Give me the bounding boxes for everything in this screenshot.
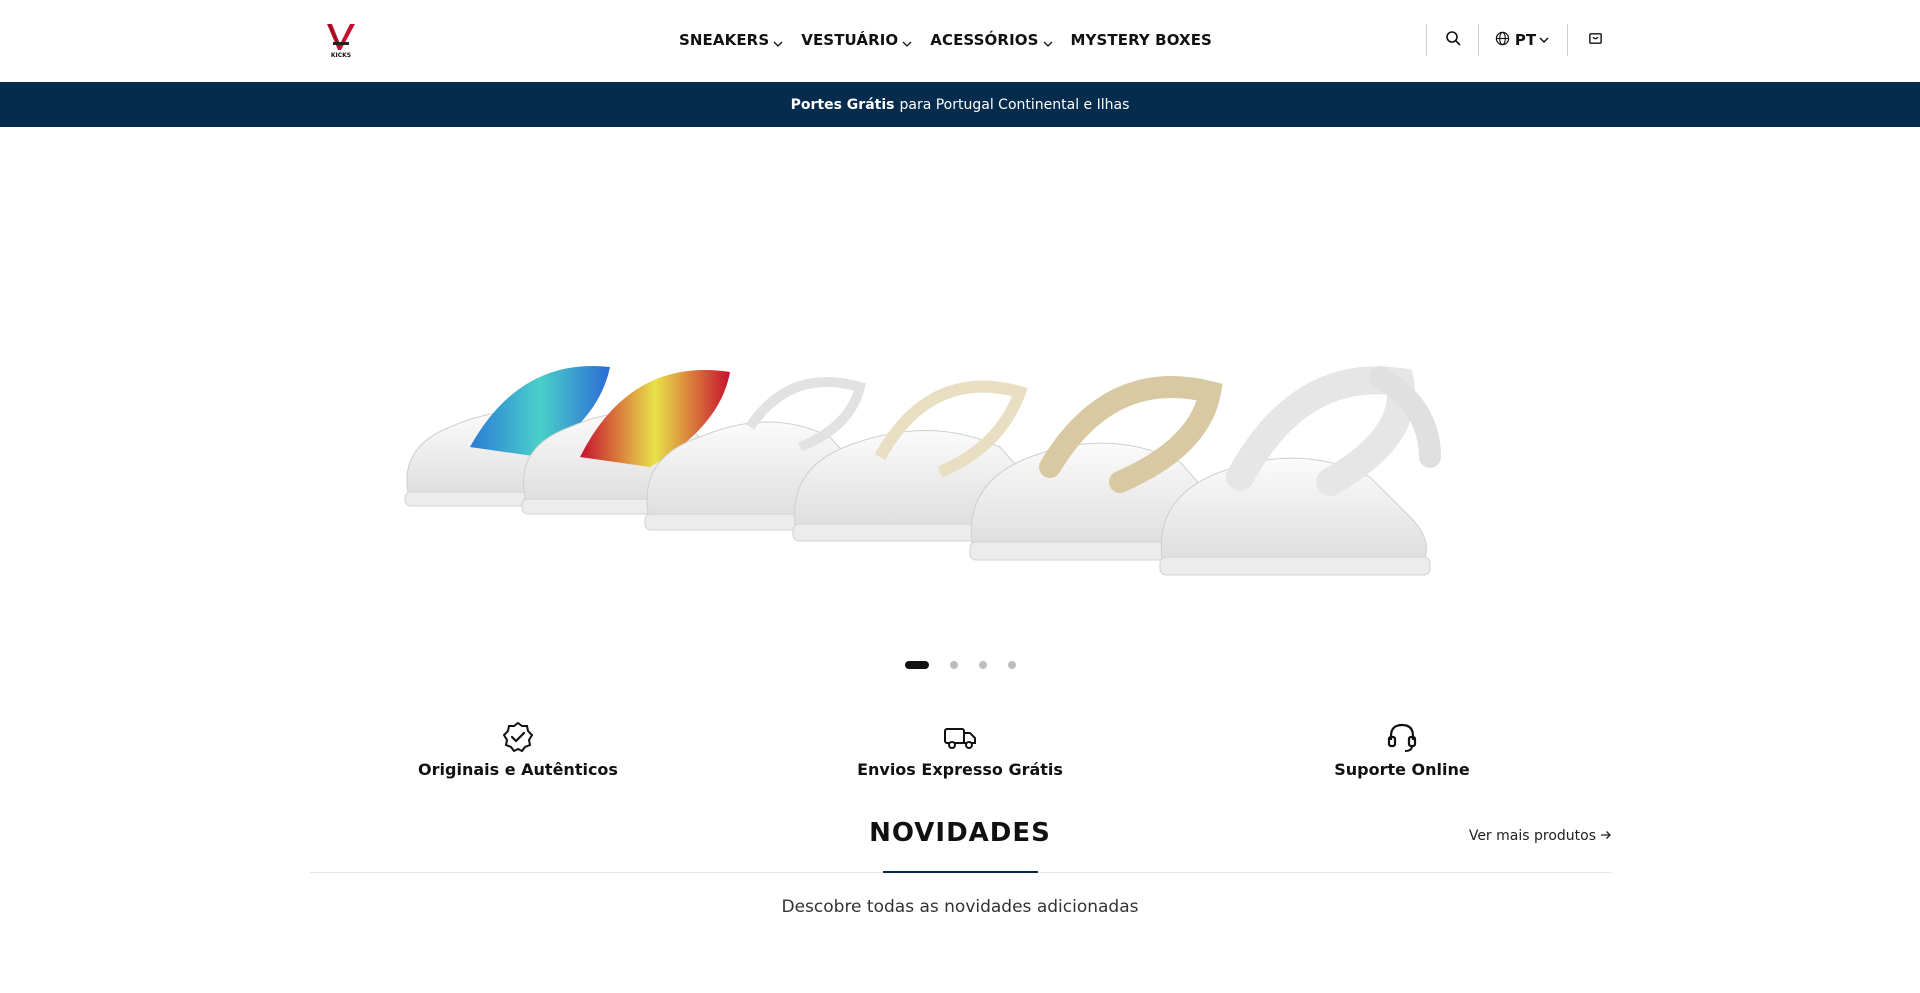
feature-support: Suporte Online	[1252, 720, 1552, 779]
header-divider	[1426, 24, 1427, 56]
headset-icon	[1385, 720, 1419, 754]
globe-icon	[1495, 31, 1510, 50]
see-more-label: Ver mais produtos	[1468, 828, 1596, 844]
truck-icon	[943, 720, 977, 754]
announcement-text: para Portugal Continental e Ilhas	[899, 96, 1130, 113]
chevron-down-icon	[902, 35, 912, 47]
header-divider	[1478, 24, 1479, 56]
language-selector[interactable]: PT	[1494, 24, 1550, 56]
feature-shipping: Envios Expresso Grátis	[810, 720, 1110, 779]
verified-badge-icon	[501, 720, 535, 754]
logo-text: KICKS	[331, 52, 351, 59]
feature-support-label: Suporte Online	[1334, 760, 1470, 779]
carousel-dot-1[interactable]	[905, 661, 929, 669]
carousel-dot-3[interactable]	[979, 661, 987, 669]
nav-sneakers[interactable]: SNEAKERS	[679, 31, 783, 49]
nav-vestuario[interactable]: VESTUÁRIO	[801, 31, 912, 49]
main-nav: SNEAKERS VESTUÁRIO ACESSÓRIOS MYSTERY BO…	[679, 0, 1212, 80]
nav-acessorios[interactable]: ACESSÓRIOS	[930, 31, 1052, 49]
see-more-link[interactable]: Ver mais produtos	[1469, 828, 1612, 844]
search-button[interactable]	[1440, 24, 1466, 56]
hero-carousel[interactable]	[0, 127, 1920, 647]
carousel-dots	[905, 661, 1016, 669]
language-label: PT	[1514, 31, 1537, 49]
chevron-down-icon	[1539, 31, 1549, 49]
section-title: NOVIDADES	[869, 818, 1051, 848]
site-header: KICKS SNEAKERS VESTUÁRIO ACESSÓRIOS MYST…	[0, 0, 1920, 82]
feature-authentic: Originais e Autênticos	[368, 720, 668, 779]
nav-mystery-boxes-label: MYSTERY BOXES	[1070, 31, 1212, 49]
section-title-underline	[883, 871, 1038, 873]
carousel-dot-4[interactable]	[1008, 661, 1016, 669]
announcement-bar: Portes Grátis para Portugal Continental …	[0, 82, 1920, 127]
announcement-bold: Portes Grátis	[790, 96, 895, 113]
hero-sneakers-image	[404, 366, 1441, 576]
nav-vestuario-label: VESTUÁRIO	[801, 31, 899, 49]
nav-mystery-boxes[interactable]: MYSTERY BOXES	[1071, 31, 1212, 49]
search-icon	[1445, 30, 1461, 50]
header-divider	[1567, 24, 1568, 56]
arrow-right-icon	[1600, 828, 1612, 844]
nav-acessorios-label: ACESSÓRIOS	[930, 31, 1039, 49]
brand-logo[interactable]: KICKS	[324, 22, 358, 60]
section-subtitle: Descobre todas as novidades adicionadas	[781, 897, 1139, 917]
feature-shipping-label: Envios Expresso Grátis	[857, 760, 1063, 779]
carousel-dot-2[interactable]	[950, 661, 958, 669]
chevron-down-icon	[1043, 35, 1053, 47]
feature-authentic-label: Originais e Autênticos	[418, 760, 618, 779]
chevron-down-icon	[773, 35, 783, 47]
cart-button[interactable]	[1582, 24, 1608, 56]
cart-icon	[1588, 31, 1603, 50]
nav-sneakers-label: SNEAKERS	[679, 31, 770, 49]
